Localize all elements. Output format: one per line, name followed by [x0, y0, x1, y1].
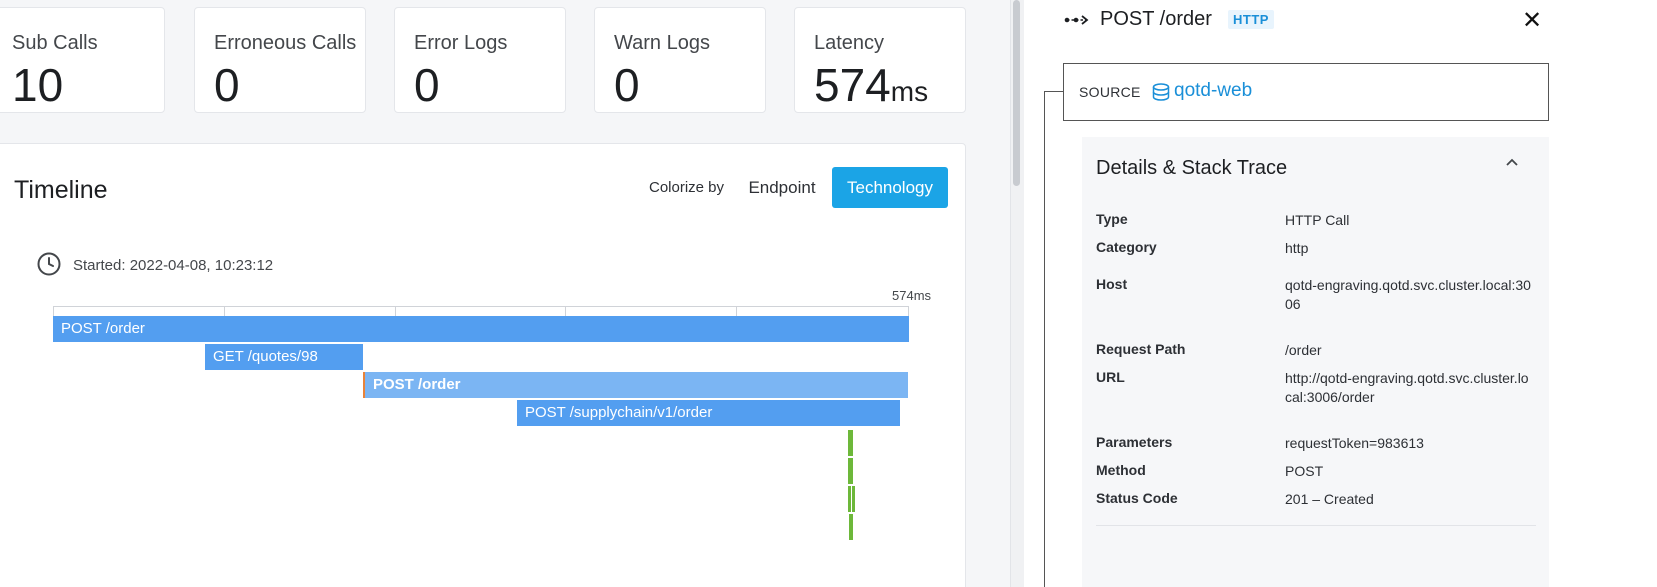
- source-label: SOURCE: [1079, 84, 1141, 100]
- axis-tick: [565, 307, 566, 316]
- axis-tick: [224, 307, 225, 316]
- tree-connector: [1044, 91, 1045, 587]
- http-badge: HTTP: [1228, 10, 1274, 29]
- detail-key: URL: [1096, 369, 1125, 385]
- stat-value: 0: [614, 59, 640, 111]
- database-icon: [1152, 83, 1170, 101]
- stat-value: 10: [12, 59, 64, 111]
- stat-latency: Latency 574ms: [794, 7, 966, 113]
- detail-value: requestToken=983613: [1285, 435, 1424, 451]
- detail-value: 201 – Created: [1285, 491, 1374, 507]
- stat-value: 0: [414, 59, 440, 111]
- axis-tick: [908, 307, 909, 316]
- span-details-panel: POST /order HTTP ✕ SOURCE qotd-web Detai…: [1024, 0, 1657, 587]
- detail-value: /order: [1285, 342, 1322, 358]
- started-timestamp: Started: 2022-04-08, 10:23:12: [73, 257, 274, 274]
- latency-number: 574: [814, 59, 891, 111]
- colorize-technology-button[interactable]: Technology: [832, 167, 948, 208]
- timeline-bar-mini[interactable]: [849, 514, 853, 540]
- detail-value[interactable]: http://qotd-engraving.qotd.svc.cluster.l…: [1285, 369, 1533, 406]
- stat-sub-calls: Sub Calls 10: [0, 7, 165, 113]
- span-icon: [1064, 15, 1089, 25]
- close-icon[interactable]: ✕: [1522, 6, 1542, 35]
- divider: [1096, 525, 1536, 526]
- tree-connector: [1044, 91, 1063, 92]
- detail-value: POST: [1285, 463, 1324, 479]
- detail-value: http: [1285, 240, 1309, 256]
- stat-label: Sub Calls: [12, 32, 98, 54]
- colorize-label: Colorize by: [649, 179, 725, 196]
- detail-key: Request Path: [1096, 341, 1186, 357]
- timeline-axis: [53, 306, 909, 316]
- axis-tick: [736, 307, 737, 316]
- timeline-bar-mini[interactable]: [848, 430, 853, 456]
- timeline-bar-selected[interactable]: POST /order: [363, 372, 908, 398]
- timeline-bar[interactable]: GET /quotes/98: [205, 344, 363, 370]
- panel-title: POST /order: [1100, 8, 1212, 30]
- axis-end-label: 574ms: [892, 288, 932, 303]
- timeline-title: Timeline: [14, 176, 108, 204]
- stat-value: 574ms: [814, 58, 928, 119]
- detail-value: qotd-engraving.qotd.svc.cluster.local:30…: [1285, 277, 1531, 312]
- stat-label: Latency: [814, 32, 885, 54]
- chevron-up-icon[interactable]: [1504, 154, 1520, 170]
- detail-value: HTTP Call: [1285, 212, 1350, 228]
- details-title: Details & Stack Trace: [1096, 157, 1288, 179]
- timeline-bar-mini[interactable]: [848, 458, 853, 484]
- scrollbar-thumb[interactable]: [1013, 0, 1020, 186]
- stat-label: Warn Logs: [614, 32, 710, 54]
- stat-value: 0: [214, 59, 240, 111]
- axis-tick: [53, 307, 54, 316]
- detail-key: Host: [1096, 276, 1128, 292]
- source-service-link[interactable]: qotd-web: [1174, 80, 1252, 102]
- timeline-card: Timeline Colorize by Endpoint Technology…: [0, 143, 966, 587]
- detail-key: Method: [1096, 462, 1146, 478]
- timeline-bar-mini[interactable]: [848, 486, 851, 512]
- detail-key: Type: [1096, 211, 1128, 227]
- stat-erroneous-calls: Erroneous Calls 0: [194, 7, 366, 113]
- source-box: SOURCE qotd-web: [1063, 63, 1549, 121]
- colorize-endpoint-button[interactable]: Endpoint: [737, 167, 827, 208]
- latency-unit: ms: [890, 76, 929, 107]
- timeline-bar-mini[interactable]: [852, 486, 855, 512]
- stat-label: Erroneous Calls: [214, 32, 357, 54]
- stat-warn-logs: Warn Logs 0: [594, 7, 766, 113]
- axis-tick: [395, 307, 396, 316]
- stat-label: Error Logs: [414, 32, 508, 54]
- clock-icon: [37, 252, 61, 276]
- details-section: Details & Stack Trace Type HTTP Call Cat…: [1082, 137, 1549, 587]
- timeline-bar[interactable]: POST /supplychain/v1/order: [517, 400, 900, 426]
- stat-error-logs: Error Logs 0: [394, 7, 566, 113]
- detail-key: Status Code: [1096, 490, 1178, 506]
- timeline-bar[interactable]: POST /order: [53, 316, 909, 342]
- detail-key: Parameters: [1096, 434, 1173, 450]
- detail-key: Category: [1096, 239, 1157, 255]
- main-content: Sub Calls 10 Erroneous Calls 0 Error Log…: [0, 0, 1010, 587]
